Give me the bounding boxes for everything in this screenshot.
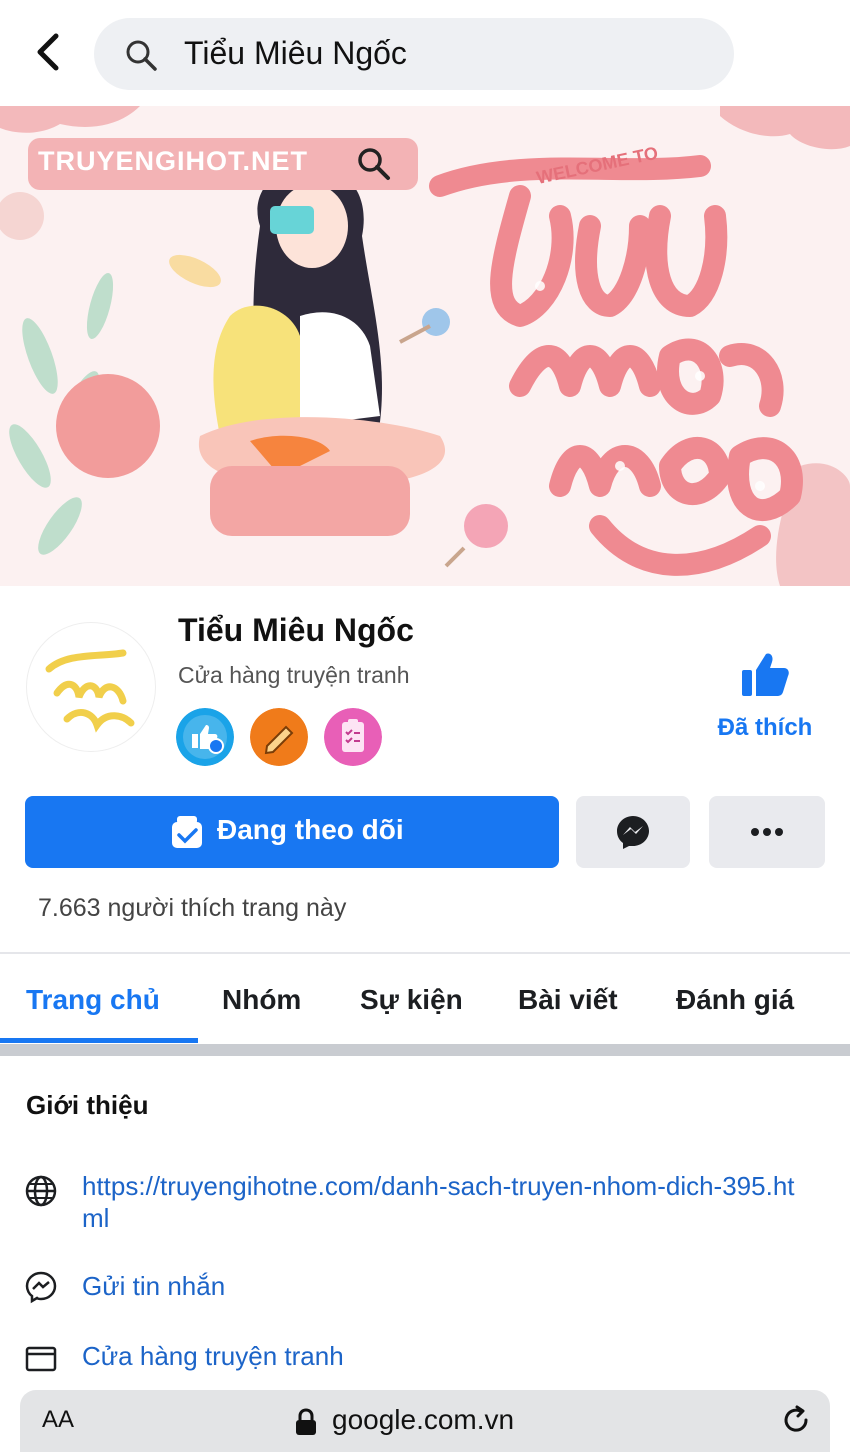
liked-button[interactable]: Đã thích: [700, 648, 830, 748]
more-dots-icon: [751, 828, 783, 836]
page-title: Tiểu Miêu Ngốc: [178, 612, 414, 648]
cover-illustration: WELCOME TO: [0, 106, 850, 586]
lock-icon: [296, 1408, 316, 1435]
liked-label: Đã thích: [717, 714, 813, 741]
text-size-button[interactable]: AA: [42, 1406, 74, 1434]
follow-check-icon: [172, 816, 202, 848]
intro-title: Giới thiệu: [26, 1090, 149, 1120]
cover-photo[interactable]: WELCOME TO TRUYENGIHOT.NET: [0, 106, 850, 586]
page-avatar[interactable]: [26, 622, 156, 752]
cover-site-text: TRUYENGIHOT.NET: [38, 146, 309, 176]
messenger-outline-icon: [25, 1271, 57, 1304]
following-button[interactable]: Đang theo dõi: [25, 796, 559, 868]
send-message-link[interactable]: Gửi tin nhắn: [82, 1270, 225, 1302]
tab-groups[interactable]: Nhóm: [222, 984, 301, 1016]
checklist-badge-icon[interactable]: [324, 708, 382, 766]
tab-events[interactable]: Sự kiện: [360, 984, 463, 1016]
tab-home[interactable]: Trang chủ: [26, 984, 160, 1016]
avatar-logo: [45, 649, 135, 733]
category-link[interactable]: Cửa hàng truyện tranh: [82, 1340, 344, 1372]
url-text[interactable]: google.com.vn: [332, 1404, 514, 1436]
back-arrow-icon[interactable]: [30, 30, 70, 74]
section-separator: [0, 1044, 850, 1056]
page-tabs: Trang chủ Nhóm Sự kiện Bài viết Đánh giá: [0, 954, 850, 1044]
magnifier-icon: [358, 148, 390, 180]
tab-posts[interactable]: Bài viết: [518, 984, 618, 1016]
search-bar[interactable]: Tiểu Miêu Ngốc: [94, 18, 734, 90]
website-link[interactable]: https://truyengihotne.com/danh-sach-truy…: [82, 1170, 802, 1234]
thumbs-up-icon: [742, 653, 789, 696]
messenger-icon: [617, 816, 649, 849]
search-icon: [126, 40, 157, 71]
following-label: Đang theo dõi: [217, 814, 404, 845]
top-bar: Tiểu Miêu Ngốc: [0, 0, 850, 104]
message-button[interactable]: [576, 796, 690, 868]
browser-address-bar[interactable]: AA google.com.vn: [20, 1390, 830, 1452]
responsive-badge-icon[interactable]: [176, 708, 234, 766]
page-category: Cửa hàng truyện tranh: [178, 662, 410, 688]
likes-count: 7.663 người thích trang này: [38, 894, 347, 922]
more-options-button[interactable]: [709, 796, 825, 868]
tab-reviews[interactable]: Đánh giá: [676, 984, 794, 1016]
pencil-badge-icon[interactable]: [250, 708, 308, 766]
reload-icon[interactable]: [780, 1404, 812, 1436]
store-icon: [25, 1346, 57, 1372]
active-tab-indicator: [0, 1038, 198, 1043]
globe-icon: [25, 1175, 57, 1207]
search-query[interactable]: Tiểu Miêu Ngốc: [184, 35, 407, 72]
